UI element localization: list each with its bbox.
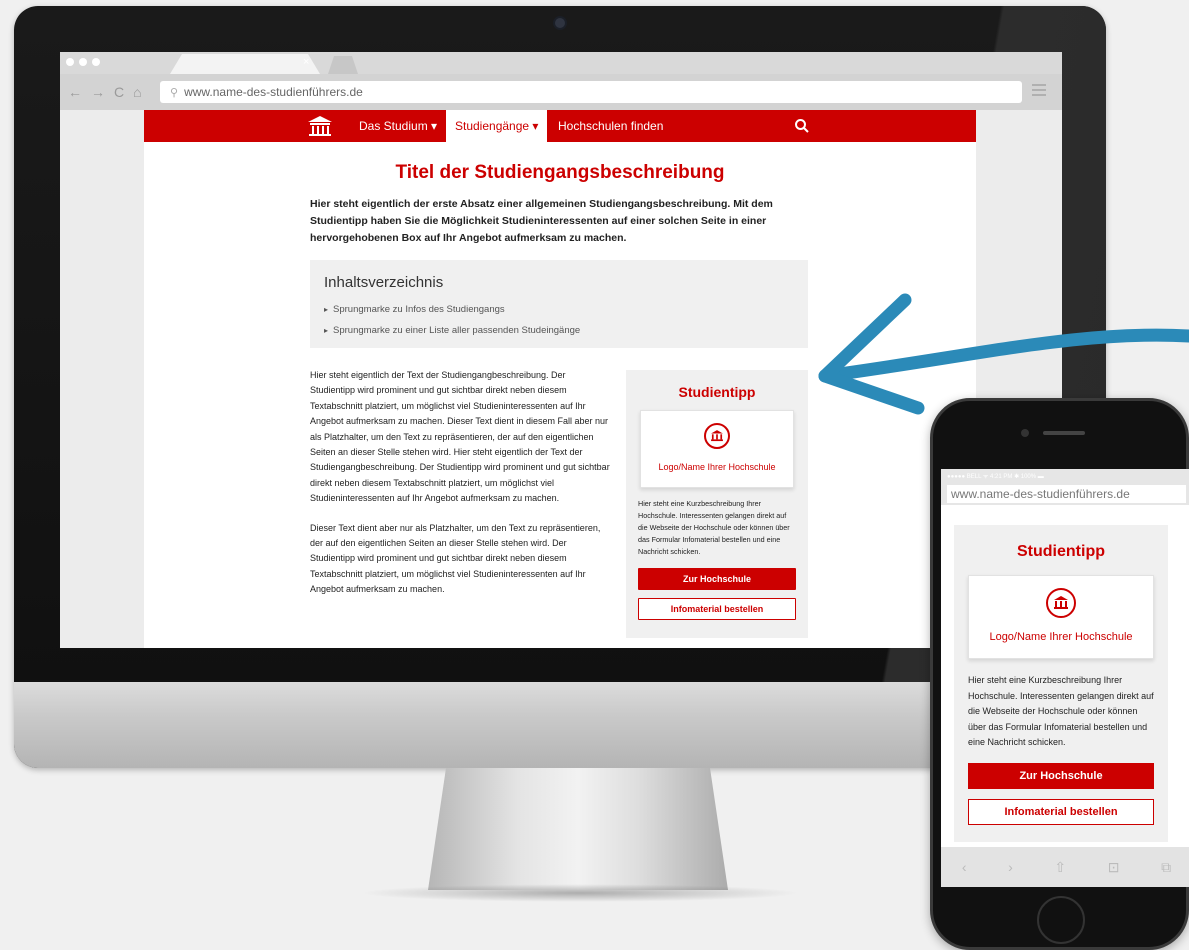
infomaterial-bestellen-button[interactable]: Infomaterial bestellen <box>968 798 1154 825</box>
university-logo-card: Logo/Name Ihrer Hochschule <box>640 410 794 488</box>
address-bar-url: www.name-des-studienführers.de <box>184 85 363 99</box>
back-icon[interactable]: ‹ <box>962 859 967 875</box>
home-icon[interactable]: ⌂ <box>133 84 141 100</box>
mobile-address-bar-url: www.name-des-studienführers.de <box>947 485 1186 503</box>
share-icon[interactable]: ⇧ <box>1054 859 1066 876</box>
imac-stand <box>428 768 728 890</box>
studientipp-description: Hier steht eine Kurzbeschreibung Ihrer H… <box>638 499 790 556</box>
body-text: Hier steht eigentlich der Text der Studi… <box>310 368 610 612</box>
university-logo-card: Logo/Name Ihrer Hochschule <box>968 575 1154 659</box>
table-of-contents: Inhaltsverzeichnis Sprungmarke zu Infos … <box>310 260 808 348</box>
university-logo-label: Logo/Name Ihrer Hochschule <box>989 631 1133 643</box>
close-tab-icon[interactable]: × <box>303 56 309 68</box>
studientipp-title: Studientipp <box>1017 543 1105 560</box>
body-paragraph: Dieser Text dient aber nur als Platzhalt… <box>310 522 601 595</box>
hamburger-menu-icon[interactable] <box>1032 84 1046 98</box>
forward-icon[interactable]: › <box>1008 859 1013 875</box>
page-viewport: Das Studium ▾ Studiengänge ▾ Hochschulen… <box>60 110 1062 648</box>
address-bar[interactable]: ⚲ www.name-des-studienführers.de <box>160 81 1022 103</box>
search-icon[interactable] <box>794 118 810 134</box>
mobile-browser-window: ●●●●● BELL ᯤ 4:21 PM ✱ 100% ▬ www.name-d… <box>941 469 1189 887</box>
smartphone-frame: ●●●●● BELL ᯤ 4:21 PM ✱ 100% ▬ www.name-d… <box>930 398 1189 950</box>
toc-link[interactable]: Sprungmarke zu einer Liste aller passend… <box>324 320 794 341</box>
university-logo-label: Logo/Name Ihrer Hochschule <box>658 462 776 472</box>
infomaterial-bestellen-button[interactable]: Infomaterial bestellen <box>638 598 796 620</box>
back-arrow-icon[interactable]: ← <box>68 84 82 100</box>
site-navbar: Das Studium ▾ Studiengänge ▾ Hochschulen… <box>144 110 976 142</box>
search-icon: ⚲ <box>170 86 179 99</box>
toc-link[interactable]: Sprungmarke zu Infos des Studiengangs <box>324 299 794 320</box>
site-container: Das Studium ▾ Studiengänge ▾ Hochschulen… <box>144 110 976 648</box>
new-tab-button[interactable] <box>328 56 358 74</box>
university-building-logo-icon[interactable] <box>306 114 334 138</box>
reload-icon[interactable]: C <box>114 84 124 100</box>
university-building-icon <box>704 423 730 449</box>
window-controls[interactable] <box>66 58 100 66</box>
nav-studiengaenge[interactable]: Studiengänge ▾ <box>446 110 548 142</box>
mobile-page: Studientipp Logo/Name Ihrer Hochschule H… <box>941 505 1189 847</box>
browser-tab[interactable] <box>170 54 320 74</box>
university-building-icon <box>1046 588 1076 618</box>
toc-title: Inhaltsverzeichnis <box>324 274 444 291</box>
earpiece <box>1043 431 1085 435</box>
studientipp-box: Studientipp Logo/Name Ihrer Hochschule H… <box>626 370 808 638</box>
studientipp-description: Hier steht eine Kurzbeschreibung Ihrer H… <box>968 675 1154 747</box>
studientipp-box-mobile: Studientipp Logo/Name Ihrer Hochschule H… <box>954 525 1168 842</box>
mobile-browser-toolbar: ‹ › ⇧ ⊡ ⧉ <box>941 847 1189 887</box>
nav-hochschulen-finden[interactable]: Hochschulen finden <box>549 110 672 142</box>
status-bar: ●●●●● BELL ᯤ 4:21 PM ✱ 100% ▬ <box>941 469 1189 483</box>
tabs-icon[interactable]: ⧉ <box>1161 859 1171 876</box>
zur-hochschule-button[interactable]: Zur Hochschule <box>968 762 1154 789</box>
nav-das-studium[interactable]: Das Studium ▾ <box>350 110 446 142</box>
front-camera-icon <box>1021 429 1029 437</box>
bookmarks-icon[interactable]: ⊡ <box>1108 859 1120 876</box>
browser-toolbar: ← → C ⌂ ⚲ www.name-des-studienführers.de <box>60 74 1062 110</box>
stand-shadow <box>360 884 800 902</box>
mobile-address-bar[interactable]: www.name-des-studienführers.de <box>941 483 1189 505</box>
home-button[interactable] <box>1037 896 1085 944</box>
tab-bar: × <box>60 52 1062 74</box>
forward-arrow-icon[interactable]: → <box>91 84 105 100</box>
intro-paragraph: Hier steht eigentlich der erste Absatz e… <box>310 198 773 244</box>
body-paragraph: Hier steht eigentlich der Text der Studi… <box>310 370 610 504</box>
studientipp-title: Studientipp <box>678 384 756 400</box>
zur-hochschule-button[interactable]: Zur Hochschule <box>638 568 796 590</box>
webcam-icon <box>553 16 567 30</box>
desktop-browser-window: × ← → C ⌂ ⚲ www.name-des-studienführers.… <box>60 52 1062 648</box>
page-title: Titel der Studiengangsbeschreibung <box>395 162 725 183</box>
